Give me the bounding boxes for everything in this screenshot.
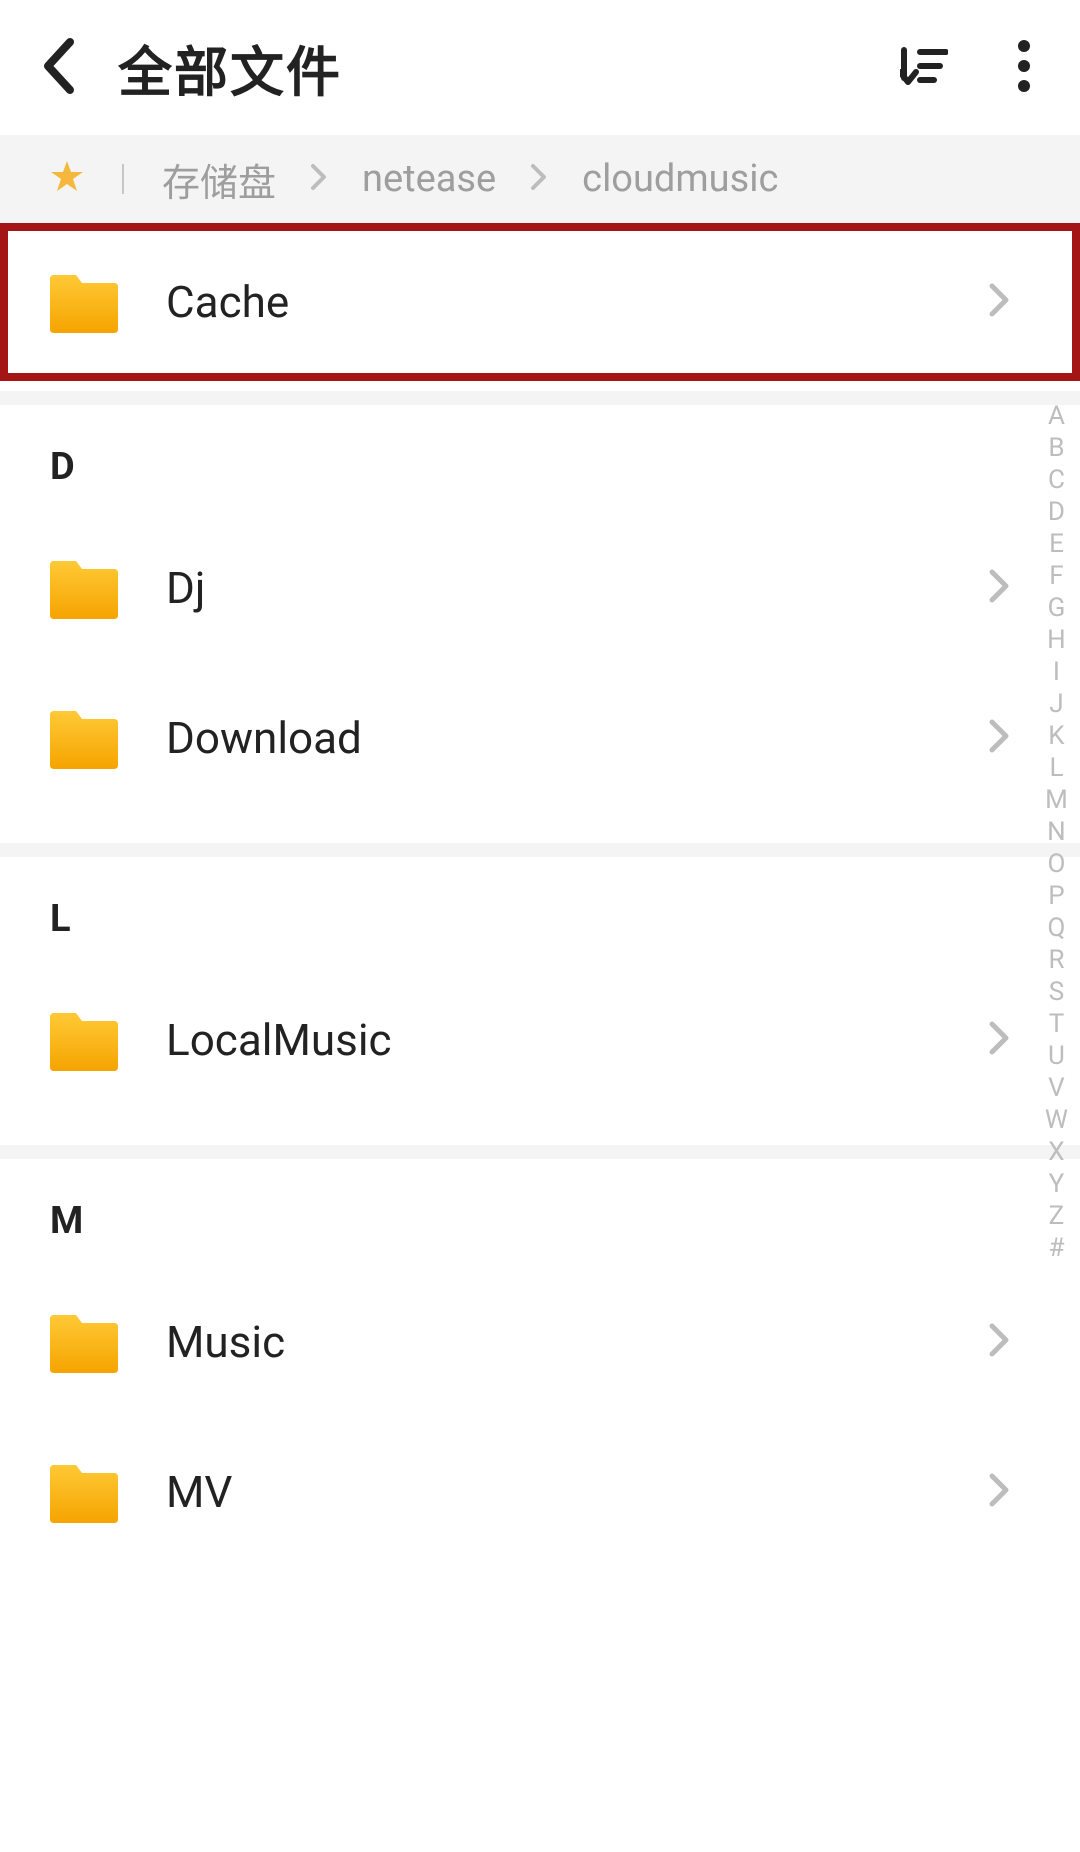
page-title: 全部文件 (118, 28, 900, 107)
rail-letter[interactable]: Z (1049, 1200, 1065, 1232)
folder-label: MV (166, 1466, 988, 1518)
folder-row-localmusic[interactable]: LocalMusic (0, 965, 1080, 1115)
rail-letter[interactable]: O (1048, 848, 1066, 880)
back-icon[interactable] (40, 36, 78, 100)
rail-letter[interactable]: P (1048, 880, 1064, 912)
section-header-m: M (0, 1159, 1080, 1267)
rail-letter[interactable]: J (1049, 688, 1063, 720)
star-icon[interactable] (50, 160, 84, 198)
folder-icon (50, 271, 118, 333)
rail-letter[interactable]: S (1049, 976, 1064, 1008)
folder-icon (50, 707, 118, 769)
folder-icon (50, 1009, 118, 1071)
rail-letter[interactable]: V (1048, 1072, 1065, 1104)
spacer (0, 1115, 1080, 1145)
rail-letter[interactable]: W (1045, 1104, 1068, 1136)
breadcrumb-item-1[interactable]: netease (362, 157, 496, 201)
sort-icon[interactable] (900, 42, 948, 94)
section-gap (0, 391, 1080, 405)
chevron-right-icon (988, 718, 1010, 758)
folder-icon (50, 1461, 118, 1523)
rail-letter[interactable]: X (1048, 1136, 1064, 1168)
section-gap (0, 843, 1080, 857)
rail-letter[interactable]: E (1049, 528, 1064, 560)
rail-letter[interactable]: I (1053, 656, 1060, 688)
rail-letter[interactable]: R (1048, 944, 1064, 976)
highlighted-folder: Cache (0, 223, 1080, 381)
folder-row-download[interactable]: Download (0, 663, 1080, 813)
chevron-right-icon (988, 1322, 1010, 1362)
section-header-d: D (0, 405, 1080, 513)
breadcrumb-item-0[interactable]: 存储盘 (162, 152, 276, 207)
alpha-index-rail[interactable]: A B C D E F G H I J K L M N O P Q R S T … (1045, 400, 1068, 1264)
folder-row-cache[interactable]: Cache (8, 231, 1072, 373)
folder-label: Dj (166, 562, 988, 614)
rail-letter[interactable]: T (1049, 1008, 1065, 1040)
folder-label: LocalMusic (166, 1014, 988, 1066)
rail-letter[interactable]: # (1048, 1232, 1064, 1264)
chevron-right-icon (310, 163, 328, 195)
spacer (0, 813, 1080, 843)
rail-letter[interactable]: Q (1048, 912, 1066, 944)
breadcrumb: 存储盘 netease cloudmusic (0, 135, 1080, 223)
folder-row-mv[interactable]: MV (0, 1417, 1080, 1567)
chevron-right-icon (988, 282, 1010, 322)
folder-label: Download (166, 712, 988, 764)
rail-letter[interactable]: K (1048, 720, 1064, 752)
rail-letter[interactable]: D (1048, 496, 1065, 528)
rail-letter[interactable]: M (1045, 784, 1068, 816)
section-gap (0, 1145, 1080, 1159)
spacer (0, 381, 1080, 391)
rail-letter[interactable]: Y (1049, 1168, 1065, 1200)
header: 全部文件 (0, 0, 1080, 135)
rail-letter[interactable]: C (1048, 464, 1065, 496)
folder-row-dj[interactable]: Dj (0, 513, 1080, 663)
rail-letter[interactable]: N (1047, 816, 1066, 848)
section-header-l: L (0, 857, 1080, 965)
folder-row-music[interactable]: Music (0, 1267, 1080, 1417)
rail-letter[interactable]: B (1048, 432, 1064, 464)
folder-label: Music (166, 1316, 988, 1368)
folder-icon (50, 557, 118, 619)
breadcrumb-divider (122, 164, 124, 194)
chevron-right-icon (988, 1020, 1010, 1060)
rail-letter[interactable]: H (1047, 624, 1066, 656)
rail-letter[interactable]: G (1048, 592, 1066, 624)
chevron-right-icon (988, 1472, 1010, 1512)
rail-letter[interactable]: U (1048, 1040, 1065, 1072)
rail-letter[interactable]: L (1049, 752, 1063, 784)
more-icon[interactable] (998, 40, 1050, 96)
rail-letter[interactable]: A (1048, 400, 1065, 432)
rail-letter[interactable]: F (1049, 560, 1063, 592)
folder-label: Cache (166, 276, 988, 328)
breadcrumb-item-2[interactable]: cloudmusic (582, 157, 778, 201)
chevron-right-icon (530, 163, 548, 195)
folder-icon (50, 1311, 118, 1373)
chevron-right-icon (988, 568, 1010, 608)
